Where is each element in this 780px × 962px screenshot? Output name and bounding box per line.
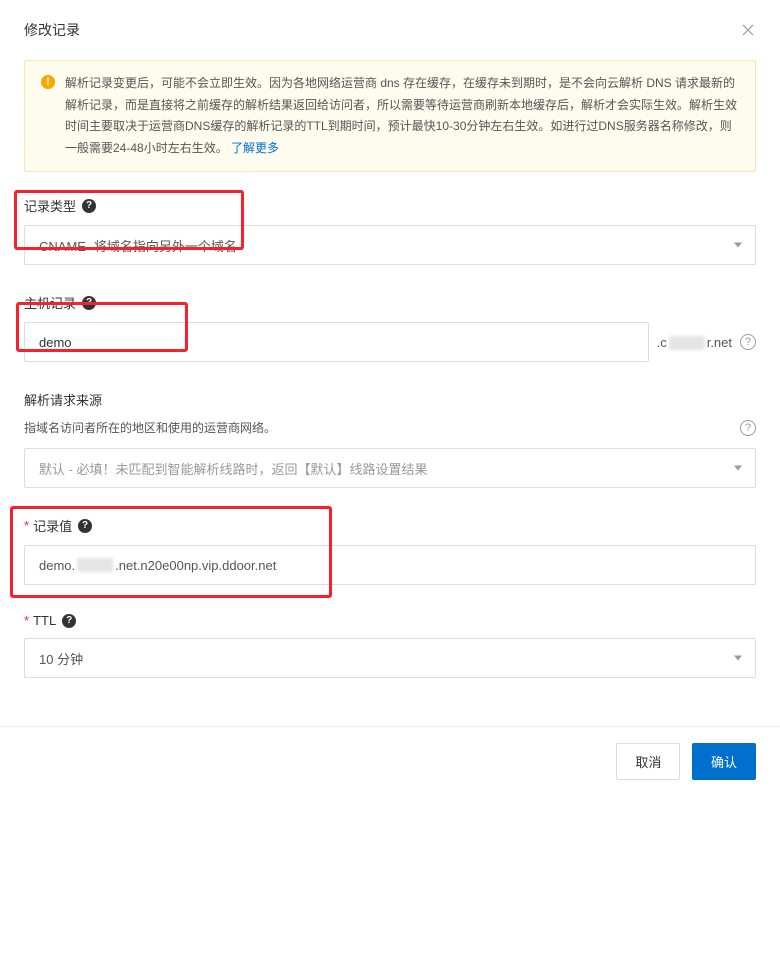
cancel-button[interactable]: 取消 <box>616 743 680 780</box>
modal-title: 修改记录 <box>24 20 80 40</box>
record-type-select[interactable]: CNAME- 将域名指向另外一个域名 <box>24 225 756 265</box>
source-select[interactable]: 默认 - 必填！未匹配到智能解析线路时，返回【默认】线路设置结果 <box>24 448 756 488</box>
host-record-group: 主机记录 ? .cr.net ? <box>24 293 756 362</box>
record-value-input[interactable]: demo..net.n20e00np.vip.ddoor.net <box>24 545 756 585</box>
ttl-select[interactable]: 10 分钟 <box>24 638 756 678</box>
close-icon[interactable] <box>740 22 756 38</box>
required-mark: * <box>24 518 29 533</box>
record-type-label: 记录类型 <box>24 196 76 215</box>
chevron-down-icon <box>734 466 742 471</box>
modal-footer: 取消 确认 <box>0 726 780 796</box>
help-icon[interactable]: ? <box>82 199 96 213</box>
source-label: 解析请求来源 <box>24 390 102 409</box>
record-type-group: 记录类型 ? CNAME- 将域名指向另外一个域名 <box>24 196 756 265</box>
warning-icon <box>41 75 55 89</box>
record-value-label: 记录值 <box>33 516 72 535</box>
required-mark: * <box>24 613 29 628</box>
host-record-label: 主机记录 <box>24 293 76 312</box>
warning-alert: 解析记录变更后，可能不会立即生效。因为各地网络运营商 dns 存在缓存，在缓存未… <box>24 60 756 172</box>
ttl-group: * TTL ? 10 分钟 <box>24 613 756 678</box>
domain-suffix: .cr.net <box>657 335 732 351</box>
help-icon[interactable]: ? <box>740 420 756 436</box>
host-record-input[interactable] <box>24 322 649 362</box>
confirm-button[interactable]: 确认 <box>692 743 756 780</box>
chevron-down-icon <box>734 243 742 248</box>
learn-more-link[interactable]: 了解更多 <box>231 141 279 155</box>
help-icon[interactable]: ? <box>740 334 756 350</box>
chevron-down-icon <box>734 656 742 661</box>
alert-text: 解析记录变更后，可能不会立即生效。因为各地网络运营商 dns 存在缓存，在缓存未… <box>65 73 739 159</box>
help-icon[interactable]: ? <box>78 519 92 533</box>
ttl-label: TTL <box>33 613 56 628</box>
help-icon[interactable]: ? <box>62 614 76 628</box>
help-icon[interactable]: ? <box>82 296 96 310</box>
modal-header: 修改记录 <box>0 0 780 60</box>
source-desc: 指域名访问者所在的地区和使用的运营商网络。 <box>24 419 730 436</box>
source-group: 解析请求来源 指域名访问者所在的地区和使用的运营商网络。 ? 默认 - 必填！未… <box>24 390 756 488</box>
record-value-group: * 记录值 ? demo..net.n20e00np.vip.ddoor.net <box>24 516 756 585</box>
